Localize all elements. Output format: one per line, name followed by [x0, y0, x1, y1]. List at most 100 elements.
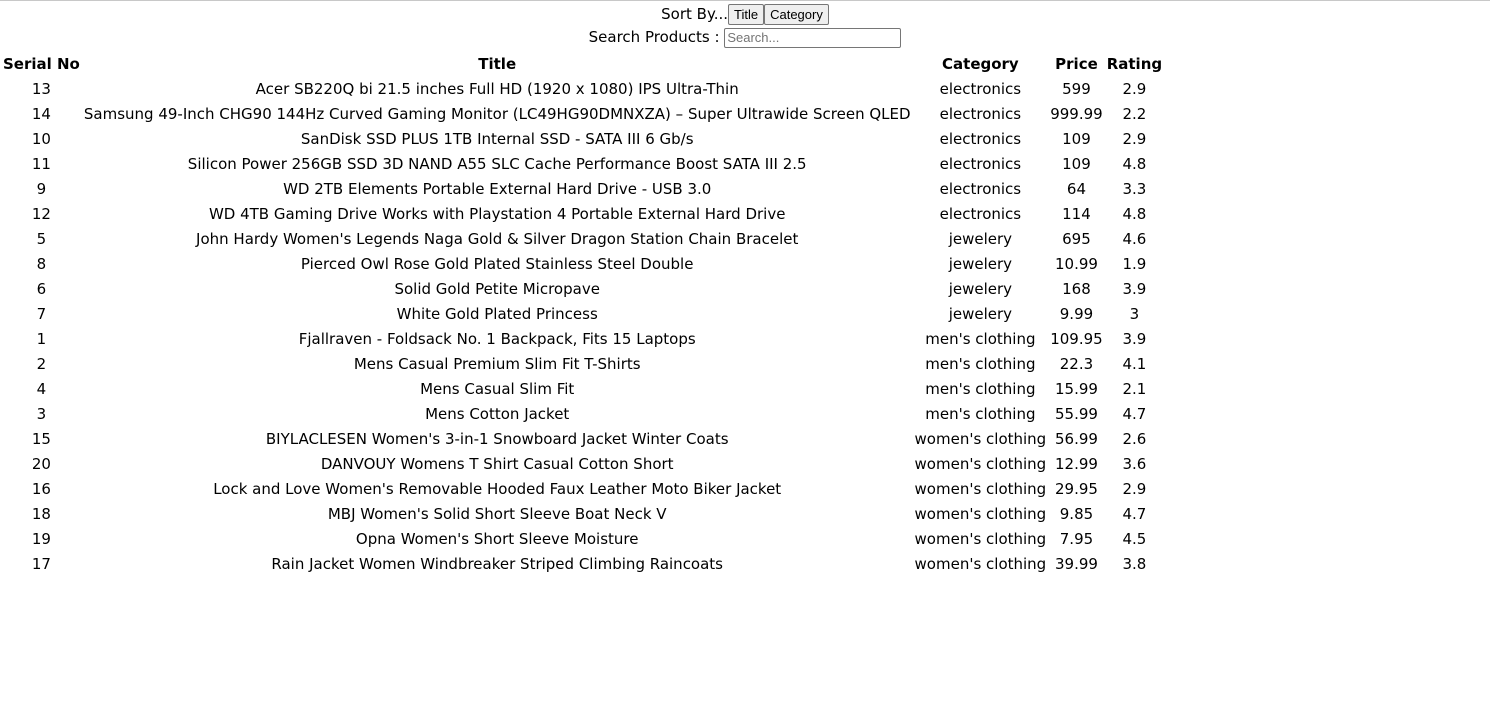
- table-row: 18 MBJ Women's Solid Short Sleeve Boat Ne…: [2, 502, 1163, 525]
- cell-category: women's clothing: [914, 554, 1047, 573]
- cell-price: 56.99: [1054, 429, 1098, 448]
- cell-serial: 17: [31, 554, 51, 573]
- cell-title: Pierced Owl Rose Gold Plated Stainless S…: [300, 254, 694, 273]
- cell-price: 999.99: [1050, 104, 1103, 123]
- sort-label: Sort By...: [661, 5, 729, 23]
- cell-rating: 3.9: [1122, 329, 1147, 348]
- cell-serial: 11: [31, 154, 51, 173]
- cell-category: electronics: [939, 204, 1022, 223]
- cell-rating: 3.6: [1122, 454, 1147, 473]
- cell-category: women's clothing: [914, 454, 1047, 473]
- cell-price: 10.99: [1054, 254, 1098, 273]
- cell-serial: 4: [36, 379, 47, 398]
- cell-rating: 4.1: [1122, 354, 1147, 373]
- table-row: 8 Pierced Owl Rose Gold Plated Stainless …: [2, 252, 1163, 275]
- cell-serial: 5: [36, 229, 47, 248]
- cell-price: 695: [1062, 229, 1091, 248]
- cell-serial: 13: [31, 79, 51, 98]
- cell-category: jewelery: [948, 279, 1013, 298]
- cell-category: women's clothing: [914, 479, 1047, 498]
- cell-serial: 8: [36, 254, 47, 273]
- cell-serial: 6: [36, 279, 47, 298]
- cell-rating: 3.9: [1122, 279, 1147, 298]
- cell-title: Acer SB220Q bi 21.5 inches Full HD (1920…: [255, 79, 739, 98]
- table-row: 17 Rain Jacket Women Windbreaker Striped …: [2, 552, 1163, 575]
- cell-category: jewelery: [948, 229, 1013, 248]
- cell-rating: 2.9: [1122, 479, 1147, 498]
- sort-row: Sort By... Title Category: [0, 3, 1490, 25]
- cell-category: men's clothing: [925, 329, 1036, 348]
- cell-rating: 2.2: [1122, 104, 1147, 123]
- cell-category: electronics: [939, 79, 1022, 98]
- table-row: 3 Mens Cotton Jacket men's clothing 55.99 4.…: [2, 402, 1163, 425]
- cell-title: Samsung 49-Inch CHG90 144Hz Curved Gamin…: [83, 104, 911, 123]
- sort-by-category-button[interactable]: Category: [764, 4, 829, 25]
- cell-serial: 20: [31, 454, 51, 473]
- cell-title: SanDisk SSD PLUS 1TB Internal SSD - SATA…: [300, 129, 694, 148]
- table-row: 10 SanDisk SSD PLUS 1TB Internal SSD - SA…: [2, 127, 1163, 150]
- cell-category: women's clothing: [914, 504, 1047, 523]
- cell-rating: 2.9: [1122, 129, 1147, 148]
- table-row: 11 Silicon Power 256GB SSD 3D NAND A55 SL…: [2, 152, 1163, 175]
- cell-category: jewelery: [948, 254, 1013, 273]
- cell-rating: 3.8: [1122, 554, 1147, 573]
- header-price: Price: [1055, 54, 1098, 73]
- search-row: Search Products :: [0, 25, 1490, 49]
- cell-serial: 19: [31, 529, 51, 548]
- cell-title: Mens Casual Premium Slim Fit T-Shirts: [353, 354, 641, 373]
- table-row: 19 Opna Women's Short Sleeve Moisture wome…: [2, 527, 1163, 550]
- cell-price: 7.95: [1059, 529, 1094, 548]
- cell-title: DANVOUY Womens T Shirt Casual Cotton Sho…: [320, 454, 674, 473]
- cell-price: 9.85: [1059, 504, 1094, 523]
- cell-category: men's clothing: [925, 404, 1036, 423]
- cell-rating: 2.9: [1122, 79, 1147, 98]
- header-serial-no: Serial No: [3, 54, 80, 73]
- cell-rating: 4.7: [1122, 504, 1147, 523]
- table-row: 20 DANVOUY Womens T Shirt Casual Cotton S…: [2, 452, 1163, 475]
- cell-rating: 4.6: [1122, 229, 1147, 248]
- cell-serial: 18: [31, 504, 51, 523]
- table-row: 6 Solid Gold Petite Micropave jewelery 168 3…: [2, 277, 1163, 300]
- products-table: Serial No Title Category Price Rating 13…: [0, 50, 1165, 577]
- table-row: 9 WD 2TB Elements Portable External Hard …: [2, 177, 1163, 200]
- cell-title: Opna Women's Short Sleeve Moisture: [355, 529, 639, 548]
- cell-price: 109: [1062, 129, 1091, 148]
- cell-price: 9.99: [1059, 304, 1094, 323]
- header-title: Title: [478, 54, 517, 73]
- cell-category: jewelery: [948, 304, 1013, 323]
- cell-title: Rain Jacket Women Windbreaker Striped Cl…: [271, 554, 724, 573]
- cell-price: 114: [1062, 204, 1091, 223]
- cell-price: 15.99: [1054, 379, 1098, 398]
- table-body: 13 Acer SB220Q bi 21.5 inches Full HD (19…: [2, 77, 1163, 575]
- cell-category: electronics: [939, 104, 1022, 123]
- sort-by-title-button[interactable]: Title: [728, 4, 765, 25]
- cell-title: WD 4TB Gaming Drive Works with Playstati…: [208, 204, 786, 223]
- cell-title: White Gold Plated Princess: [396, 304, 598, 323]
- search-input[interactable]: [724, 27, 902, 48]
- table-row: 16 Lock and Love Women's Removable Hooded…: [2, 477, 1163, 500]
- cell-rating: 3.3: [1122, 179, 1147, 198]
- cell-rating: 2.1: [1122, 379, 1147, 398]
- cell-serial: 15: [31, 429, 51, 448]
- table-row: 13 Acer SB220Q bi 21.5 inches Full HD (19…: [2, 77, 1163, 100]
- cell-rating: 3: [1129, 304, 1140, 323]
- cell-serial: 7: [36, 304, 47, 323]
- cell-title: Silicon Power 256GB SSD 3D NAND A55 SLC …: [187, 154, 807, 173]
- header-rating: Rating: [1106, 54, 1163, 73]
- top-divider: [0, 0, 1490, 1]
- cell-category: women's clothing: [914, 429, 1047, 448]
- cell-price: 22.3: [1059, 354, 1094, 373]
- controls-panel: Sort By... Title Category Search Products …: [0, 3, 1490, 49]
- cell-category: women's clothing: [914, 529, 1047, 548]
- cell-price: 39.99: [1054, 554, 1098, 573]
- cell-serial: 9: [36, 179, 47, 198]
- cell-title: BIYLACLESEN Women's 3-in-1 Snowboard Jac…: [265, 429, 729, 448]
- table-header-row: Serial No Title Category Price Rating: [2, 52, 1163, 75]
- cell-serial: 3: [36, 404, 47, 423]
- cell-rating: 4.5: [1122, 529, 1147, 548]
- search-label: Search Products :: [588, 28, 725, 46]
- cell-rating: 2.6: [1122, 429, 1147, 448]
- table-row: 5 John Hardy Women's Legends Naga Gold & …: [2, 227, 1163, 250]
- cell-title: Fjallraven - Foldsack No. 1 Backpack, Fi…: [298, 329, 696, 348]
- cell-category: men's clothing: [925, 354, 1036, 373]
